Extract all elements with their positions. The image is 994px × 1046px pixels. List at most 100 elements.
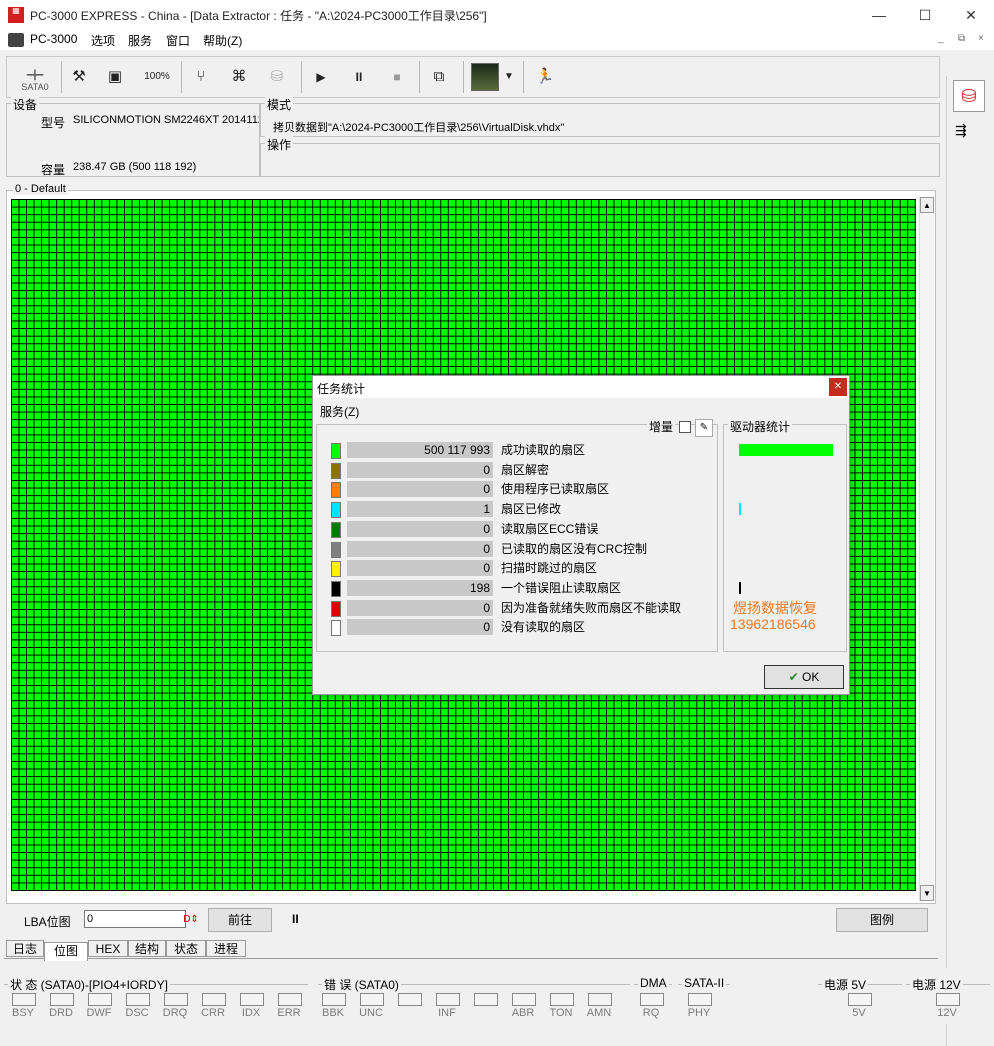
stop-icon[interactable]: ■ bbox=[383, 63, 411, 91]
dma-status-group: DMA RQ bbox=[634, 976, 672, 1023]
drive-icon[interactable]: ▣ bbox=[101, 63, 129, 91]
toolbar-separator bbox=[181, 61, 182, 93]
status-led bbox=[398, 993, 422, 1006]
status-led bbox=[550, 993, 574, 1006]
power12-status-group: 电源 12V 12V bbox=[906, 976, 990, 1023]
row-color-swatch bbox=[331, 462, 341, 479]
row-value-field: 500 117 993 bbox=[347, 442, 493, 458]
mdi-restore-icon[interactable]: ⧉ bbox=[958, 33, 965, 44]
row-color-swatch bbox=[331, 521, 341, 538]
tab-4[interactable]: 状态 bbox=[166, 940, 206, 957]
sata-port-button[interactable]: ━╋━ SATA0 bbox=[15, 63, 55, 97]
row-label: 扫描时跳过的扇区 bbox=[501, 561, 598, 576]
stats-row: 0 因为准备就绪失败而扇区不能读取 bbox=[331, 599, 731, 618]
app-menu-icon[interactable] bbox=[8, 33, 24, 47]
mdi-close-icon[interactable]: × bbox=[978, 33, 984, 44]
stats-row: 0 扇区解密 bbox=[331, 461, 731, 480]
row-value-field: 0 bbox=[347, 599, 493, 616]
status-led-label: 12V bbox=[937, 1007, 957, 1019]
stats-row: 0 扫描时跳过的扇区 bbox=[331, 559, 731, 578]
dialog-close-button[interactable]: ✕ bbox=[829, 378, 847, 396]
device-group-label: 设备 bbox=[11, 96, 40, 113]
mode-group-label: 模式 bbox=[265, 96, 294, 113]
map-group-label: 0 - Default bbox=[13, 183, 68, 195]
mdi-minimize-icon[interactable]: _ bbox=[938, 33, 944, 44]
run-icon[interactable]: 🏃 bbox=[531, 63, 559, 91]
map-view-icon[interactable] bbox=[471, 63, 499, 91]
power5-status-label: 电源 5V bbox=[822, 976, 869, 993]
row-value: 0 bbox=[483, 482, 490, 497]
tools-icon[interactable]: ⚒ bbox=[65, 63, 93, 91]
row-value: 198 bbox=[469, 580, 490, 595]
ok-button[interactable]: ✔ OK bbox=[764, 665, 844, 689]
status-led-label: DSC bbox=[125, 1007, 149, 1019]
windows-icon[interactable]: ⧉ bbox=[425, 63, 453, 91]
drive-stats-group: 驱动器统计 煜扬数据恢复 13962186546 bbox=[723, 418, 847, 652]
status-groups: 状 态 (SATA0)-[PIO4+IORDY] BSY DRD DWF DSC DRQ C… bbox=[0, 968, 994, 1024]
status-led bbox=[688, 993, 712, 1006]
menu-service[interactable]: 服务 bbox=[128, 32, 152, 49]
menu-window[interactable]: 窗口 bbox=[166, 32, 190, 49]
disk-icon[interactable]: ⛁ bbox=[263, 63, 291, 91]
stats-row: 500 117 993 成功读取的扇区 bbox=[331, 441, 731, 460]
dma-status-label: DMA bbox=[638, 976, 669, 990]
binoculars-icon[interactable]: ⌘ bbox=[225, 63, 253, 91]
row-value-field: 0 bbox=[347, 619, 493, 636]
status-led bbox=[126, 993, 150, 1006]
lba-label: LBA位图 bbox=[24, 915, 71, 929]
status-bar: 状 态 (SATA0)-[PIO4+IORDY] BSY DRD DWF DSC DRQ C… bbox=[0, 968, 994, 1024]
scroll-down-icon[interactable]: ▼ bbox=[920, 885, 934, 901]
tab-5[interactable]: 进程 bbox=[206, 940, 246, 957]
watermark-phone: 13962186546 bbox=[730, 616, 816, 632]
menu-options[interactable]: 选项 bbox=[91, 32, 115, 49]
toolbar-separator bbox=[463, 61, 464, 93]
row-label: 扇区解密 bbox=[501, 462, 550, 477]
go-button[interactable]: 前往 bbox=[208, 908, 272, 932]
scroll-up-icon[interactable]: ▲ bbox=[920, 197, 934, 213]
status-led-label: ABR bbox=[511, 1007, 535, 1019]
row-value-field: 1 bbox=[347, 501, 493, 518]
map-pause-button[interactable]: II bbox=[292, 912, 299, 926]
app-logo-icon: ▦ bbox=[8, 7, 24, 23]
tab-0[interactable]: 日志 bbox=[6, 940, 44, 957]
row-color-swatch bbox=[331, 600, 341, 617]
row-label: 读取扇区ECC错误 bbox=[501, 521, 599, 536]
lba-input[interactable] bbox=[84, 910, 186, 928]
tab-3[interactable]: 结构 bbox=[128, 940, 166, 957]
row-color-swatch bbox=[331, 620, 341, 637]
tab-2[interactable]: HEX bbox=[88, 940, 128, 957]
maximize-button[interactable]: ☐ bbox=[902, 0, 948, 30]
row-value: 0 bbox=[483, 541, 490, 556]
watermark-name: 煜扬数据恢复 bbox=[733, 600, 817, 616]
status-led-label: UNC bbox=[359, 1007, 383, 1019]
power5-status-group: 电源 5V 5V bbox=[818, 976, 902, 1023]
menu-help[interactable]: 帮助(Z) bbox=[203, 32, 242, 49]
minimize-button[interactable]: — bbox=[856, 0, 902, 30]
row-color-swatch bbox=[331, 561, 341, 578]
model-label: 型号 bbox=[41, 116, 66, 130]
play-icon[interactable]: ▶ bbox=[307, 63, 335, 91]
pause-icon[interactable]: II bbox=[345, 63, 373, 91]
dropdown-icon[interactable]: ▼ bbox=[501, 63, 517, 91]
legend-button[interactable]: 图例 bbox=[836, 908, 928, 932]
row-value-field: 0 bbox=[347, 540, 493, 557]
menu-pc3000[interactable]: PC-3000 bbox=[30, 32, 77, 46]
row-label: 因为准备就绪失败而扇区不能读取 bbox=[501, 600, 682, 615]
tree-icon[interactable]: ⑂ bbox=[187, 63, 215, 91]
status-led bbox=[360, 993, 384, 1006]
check-icon: ✔ bbox=[788, 670, 799, 684]
model-value: SILICONMOTION SM2246XT 2014112 bbox=[73, 114, 259, 126]
database-icon[interactable]: ⛁ bbox=[953, 80, 985, 112]
percent-icon[interactable]: 100% bbox=[143, 63, 171, 91]
tools-panel-icon[interactable]: ⇶ bbox=[955, 122, 967, 139]
row-value: 1 bbox=[483, 502, 490, 517]
map-scrollbar[interactable]: ▲ ▼ bbox=[919, 197, 934, 901]
status-led bbox=[240, 993, 264, 1006]
lba-stepper-icon[interactable]: D⇕ bbox=[183, 911, 199, 929]
toolbar-separator bbox=[61, 61, 62, 93]
row-value: 0 bbox=[483, 620, 490, 635]
close-button[interactable]: ✕ bbox=[948, 0, 994, 30]
row-label: 一个错误阻止读取扇区 bbox=[501, 580, 622, 595]
tab-1[interactable]: 位图 bbox=[44, 942, 88, 961]
status-led-label: IDX bbox=[241, 1007, 261, 1019]
